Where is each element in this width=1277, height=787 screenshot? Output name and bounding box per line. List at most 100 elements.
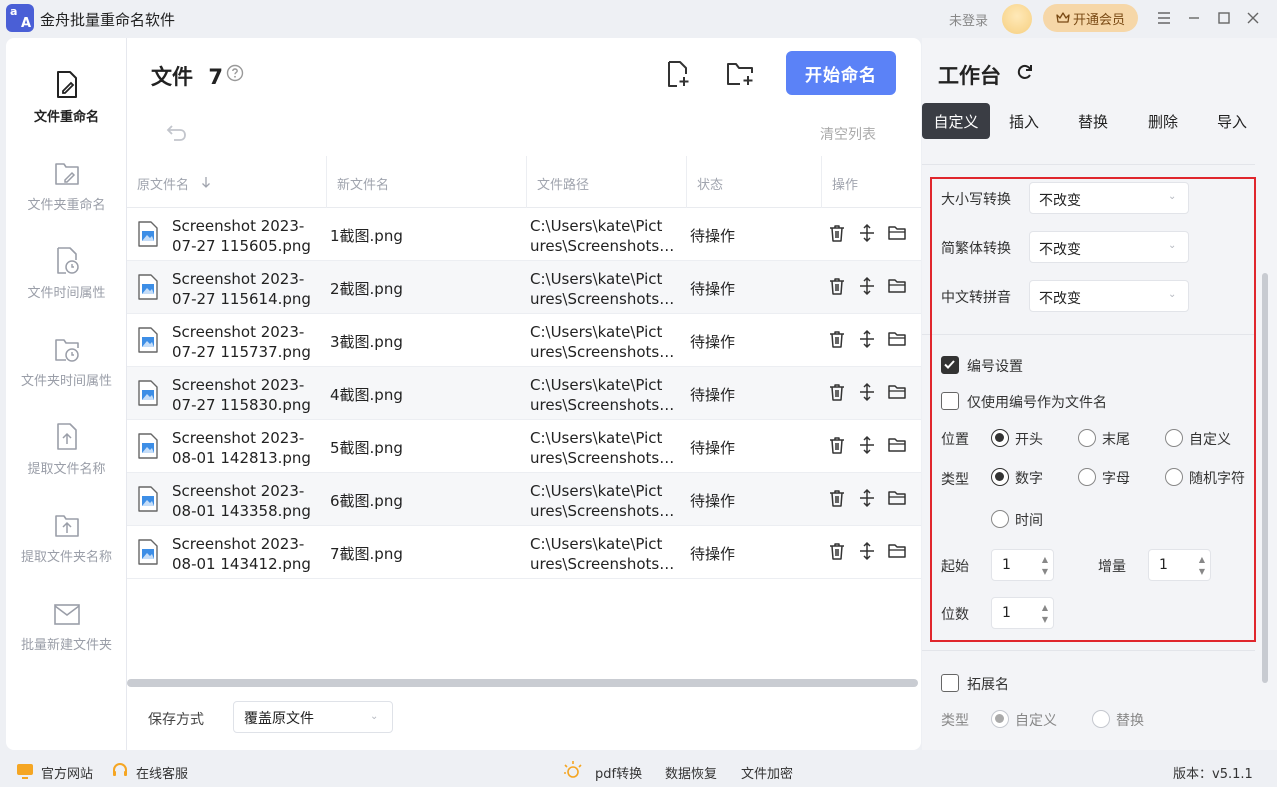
app-title: 金舟批量重命名软件 (40, 11, 176, 29)
data-recovery-link[interactable]: 数据恢复 (665, 763, 717, 782)
horizontal-scrollbar[interactable] (127, 679, 918, 687)
add-file-icon[interactable] (663, 59, 693, 89)
add-folder-icon[interactable] (725, 59, 757, 89)
new-name-cell: 4截图.png (330, 386, 403, 404)
file-path-cell: C:\Users\kate\Pictures\Screenshots\Scree… (530, 217, 675, 255)
move-icon[interactable] (857, 382, 877, 402)
file-clock-icon (56, 247, 79, 274)
undo-icon[interactable] (165, 121, 189, 145)
move-icon[interactable] (857, 329, 877, 349)
sidebar-item-file-rename[interactable]: 文件重命名 (6, 70, 127, 150)
table-row[interactable]: Screenshot 2023- 07-27 115737.png 3截图.png C… (127, 314, 921, 367)
maximize-icon[interactable] (1212, 6, 1236, 30)
delete-icon[interactable] (827, 435, 847, 455)
online-service-link[interactable]: 在线客服 (136, 763, 188, 782)
extension-checkbox[interactable] (941, 674, 959, 692)
clear-list-button[interactable]: 清空列表 (820, 124, 876, 144)
file-path-cell: C:\Users\kate\Pictures\Screenshots\Scree… (530, 482, 675, 520)
tab-replace[interactable]: 替换 (1058, 103, 1128, 139)
file-path-cell: C:\Users\kate\Pictures\Screenshots\Scree… (530, 323, 675, 361)
table-row[interactable]: Screenshot 2023- 08-01 143412.png 7截图.png C… (127, 526, 921, 579)
delete-icon[interactable] (827, 541, 847, 561)
delete-icon[interactable] (827, 276, 847, 296)
highlight-box (930, 177, 1256, 642)
new-name-cell: 2截图.png (330, 280, 403, 298)
column-status: 状态 (697, 178, 724, 193)
table-row[interactable]: Screenshot 2023- 08-01 143358.png 6截图.png C… (127, 473, 921, 526)
file-path-cell: C:\Users\kate\Pictures\Screenshots\Scree… (530, 270, 675, 308)
delete-icon[interactable] (827, 223, 847, 243)
minimize-icon[interactable] (1182, 6, 1206, 30)
delete-icon[interactable] (827, 382, 847, 402)
vertical-scrollbar[interactable] (1262, 273, 1268, 683)
table-row[interactable]: Screenshot 2023- 07-27 115614.png 2截图.png C… (127, 261, 921, 314)
open-folder-icon[interactable] (887, 541, 907, 561)
sidebar-item-label: 批量新建文件夹 (20, 638, 112, 653)
start-rename-button[interactable]: 开始命名 (786, 51, 896, 95)
ext-type-custom-radio[interactable] (991, 710, 1009, 728)
website-icon (17, 764, 33, 779)
version-label: 版本：v5.1.1 (1173, 767, 1253, 782)
sidebar-item-batch-new-folder[interactable]: 批量新建文件夹 (6, 598, 127, 678)
open-folder-icon[interactable] (887, 488, 907, 508)
image-file-icon (138, 486, 158, 512)
sidebar-item-folder-time[interactable]: 文件夹时间属性 (6, 334, 127, 414)
workbench-tabs: 自定义 插入 替换 删除 导入 (922, 103, 1277, 139)
open-folder-icon[interactable] (887, 276, 907, 296)
image-file-icon (138, 539, 158, 565)
original-name-cell: Screenshot 2023- 08-01 143358.png (172, 482, 311, 520)
refresh-icon[interactable] (1015, 62, 1035, 82)
move-icon[interactable] (857, 223, 877, 243)
open-folder-icon[interactable] (887, 382, 907, 402)
move-icon[interactable] (857, 488, 877, 508)
tab-custom[interactable]: 自定义 (922, 103, 990, 139)
file-edit-icon (56, 71, 77, 98)
tab-insert[interactable]: 插入 (990, 103, 1058, 139)
open-folder-icon[interactable] (887, 435, 907, 455)
table-row[interactable]: Screenshot 2023- 08-01 142813.png 5截图.png C… (127, 420, 921, 473)
menu-icon[interactable] (1152, 6, 1176, 30)
sidebar-item-extract-folder-names[interactable]: 提取文件夹名称 (6, 510, 127, 590)
sidebar-item-label: 提取文件夹名称 (20, 550, 112, 565)
original-name-cell: Screenshot 2023- 07-27 115830.png (172, 376, 311, 414)
save-mode-select[interactable]: 覆盖原文件 ⌄ (233, 701, 393, 733)
new-name-cell: 3截图.png (330, 333, 403, 351)
vip-button[interactable]: 开通会员 (1043, 4, 1138, 32)
ext-type-replace-radio[interactable] (1092, 710, 1110, 728)
move-icon[interactable] (857, 276, 877, 296)
open-folder-icon[interactable] (887, 329, 907, 349)
image-file-icon (138, 327, 158, 353)
tab-delete[interactable]: 删除 (1128, 103, 1198, 139)
sidebar-item-extract-file-names[interactable]: 提取文件名称 (6, 422, 127, 502)
file-encrypt-link[interactable]: 文件加密 (741, 763, 793, 782)
status-cell: 待操作 (690, 492, 736, 510)
pdf-convert-link[interactable]: pdf转换 (595, 763, 642, 782)
file-path-cell: C:\Users\kate\Pictures\Screenshots\Scree… (530, 535, 675, 573)
sort-down-icon[interactable] (201, 176, 211, 188)
sidebar-item-file-time[interactable]: 文件时间属性 (6, 246, 127, 326)
delete-icon[interactable] (827, 488, 847, 508)
file-path-cell: C:\Users\kate\Pictures\Screenshots\Scree… (530, 429, 675, 467)
sidebar-item-folder-rename[interactable]: 文件夹重命名 (6, 158, 127, 238)
new-name-cell: 6截图.png (330, 492, 403, 510)
table-row[interactable]: Screenshot 2023- 07-27 115830.png 4截图.png C… (127, 367, 921, 420)
image-file-icon (138, 221, 158, 247)
help-icon[interactable] (226, 64, 244, 82)
login-link[interactable]: 未登录 (949, 10, 988, 29)
official-site-link[interactable]: 官方网站 (41, 763, 93, 782)
sidebar-item-label: 提取文件名称 (27, 462, 106, 477)
open-folder-icon[interactable] (887, 223, 907, 243)
delete-icon[interactable] (827, 329, 847, 349)
column-original-name[interactable]: 原文件名 (137, 174, 189, 193)
move-icon[interactable] (857, 541, 877, 561)
avatar[interactable] (1002, 4, 1032, 34)
sidebar-item-label: 文件重命名 (33, 110, 99, 125)
tab-import[interactable]: 导入 (1198, 103, 1266, 139)
table-row[interactable]: Screenshot 2023- 07-27 115605.png 1截图.png C… (127, 208, 921, 261)
save-mode-label: 保存方式 (148, 712, 204, 728)
close-icon[interactable] (1241, 6, 1265, 30)
original-name-cell: Screenshot 2023- 08-01 142813.png (172, 429, 311, 467)
status-cell: 待操作 (690, 280, 736, 298)
move-icon[interactable] (857, 435, 877, 455)
chevron-down-icon: ⌄ (370, 711, 379, 722)
